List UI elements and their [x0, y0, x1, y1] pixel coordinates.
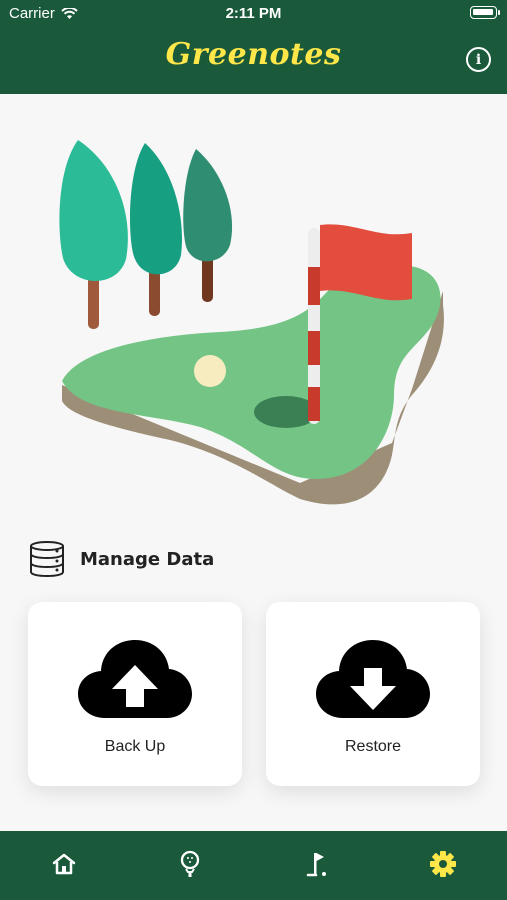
- section-title: Manage Data: [80, 548, 215, 570]
- golf-ball: [194, 355, 226, 387]
- restore-card[interactable]: Restore: [266, 602, 480, 786]
- golf-flag-icon: [306, 853, 326, 877]
- cloud-upload-icon: [78, 640, 192, 718]
- app-title: Greenotes: [165, 37, 342, 72]
- hero-illustration: [0, 95, 507, 525]
- status-time: 2:11 PM: [225, 5, 282, 22]
- tab-settings[interactable]: [428, 849, 458, 879]
- tab-golf-ball[interactable]: [175, 849, 205, 879]
- tab-bar: [0, 831, 507, 900]
- tree-icon: [183, 149, 233, 302]
- battery-icon: [470, 6, 500, 19]
- tree-icon: [130, 143, 183, 316]
- tree-icon: [59, 140, 128, 329]
- restore-label: Restore: [344, 738, 402, 755]
- flag-pole: [308, 228, 320, 424]
- settings-icon: [430, 851, 456, 877]
- backup-card[interactable]: Back Up: [28, 602, 242, 786]
- backup-label: Back Up: [104, 738, 166, 755]
- database-icon: [30, 541, 64, 578]
- tab-home[interactable]: [49, 849, 79, 879]
- flag: [320, 224, 412, 301]
- home-icon: [52, 853, 76, 875]
- manage-data-header: Manage Data: [28, 540, 214, 578]
- status-bar: Carrier 2:11 PM: [0, 0, 507, 30]
- golf-ball-icon: [180, 850, 200, 877]
- cloud-download-icon: [316, 640, 430, 718]
- app-header: Carrier 2:11 PM Greenotes i: [0, 0, 507, 94]
- tab-golf-flag[interactable]: [303, 849, 333, 879]
- info-icon[interactable]: i: [466, 47, 491, 72]
